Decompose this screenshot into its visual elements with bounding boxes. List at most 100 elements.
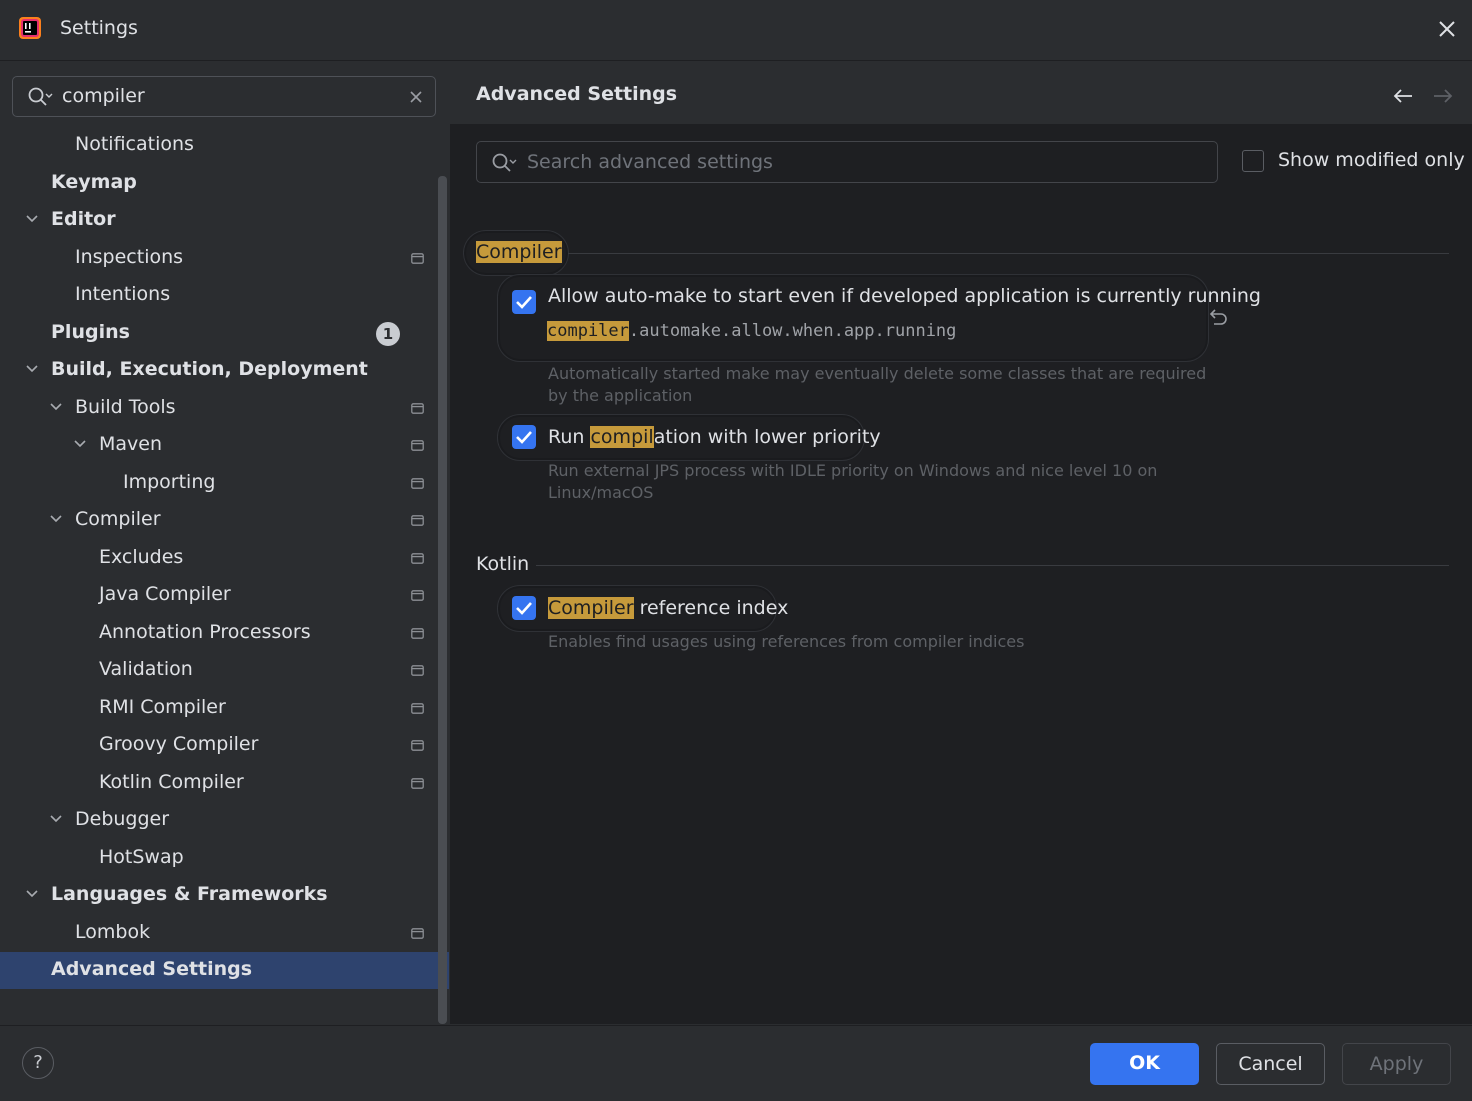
close-icon[interactable]	[1436, 18, 1458, 40]
separator	[536, 565, 1449, 566]
auto-make-label[interactable]: Allow auto-make to start even if develop…	[548, 285, 1261, 307]
chevron-down-icon[interactable]	[73, 439, 87, 449]
sidebar-item-label: Build Tools	[75, 396, 176, 418]
sidebar-item-build-execution-deployment[interactable]: Build, Execution, Deployment	[0, 352, 449, 389]
low-priority-description: Run external JPS process with IDLE prior…	[548, 461, 1158, 502]
chevron-down-icon[interactable]	[25, 364, 39, 374]
chevron-down-icon[interactable]	[25, 214, 39, 224]
forward-arrow-icon[interactable]	[1432, 87, 1454, 105]
sidebar-item-label: Compiler	[75, 508, 161, 530]
check-icon	[516, 296, 532, 309]
chevron-down-icon[interactable]	[49, 814, 63, 824]
reference-index-checkbox[interactable]	[512, 596, 536, 620]
advanced-settings-panel: Advanced Settings Search advanced settin…	[450, 61, 1472, 1024]
sidebar-item-maven[interactable]: Maven	[0, 427, 449, 464]
group-title-kotlin: Kotlin	[476, 553, 530, 575]
show-modified-label[interactable]: Show modified only	[1278, 149, 1465, 171]
sidebar-item-annotation-processors[interactable]: Annotation Processors	[0, 615, 449, 652]
separator	[568, 253, 1449, 254]
advanced-search-input[interactable]: Search advanced settings	[476, 141, 1218, 183]
sidebar-item-label: HotSwap	[99, 846, 184, 868]
show-modified-checkbox[interactable]	[1242, 150, 1264, 172]
title-bar: Settings	[0, 0, 1472, 61]
reference-index-label[interactable]: Compiler reference index	[548, 597, 788, 619]
project-level-icon	[411, 628, 424, 639]
auto-make-key: compiler.automake.allow.when.app.running	[547, 321, 957, 341]
back-arrow-icon[interactable]	[1392, 87, 1414, 105]
sidebar-item-label: Validation	[99, 658, 193, 680]
sidebar-item-excludes[interactable]: Excludes	[0, 540, 449, 577]
sidebar-scrollbar[interactable]	[438, 176, 447, 1024]
apply-button[interactable]: Apply	[1342, 1043, 1451, 1085]
auto-make-description: Automatically started make may eventuall…	[548, 364, 1207, 405]
sidebar-item-languages-frameworks[interactable]: Languages & Frameworks	[0, 877, 449, 914]
auto-make-checkbox[interactable]	[512, 290, 536, 314]
check-icon	[516, 431, 532, 444]
chevron-down-icon[interactable]	[49, 402, 63, 412]
sidebar-item-notifications[interactable]: Notifications	[0, 127, 449, 164]
cancel-button[interactable]: Cancel	[1216, 1043, 1325, 1085]
search-placeholder: Search advanced settings	[527, 151, 773, 173]
sidebar-item-intentions[interactable]: Intentions	[0, 277, 449, 314]
window-title: Settings	[60, 17, 138, 39]
sidebar-item-label: Lombok	[75, 921, 151, 943]
project-level-icon	[411, 665, 424, 676]
sidebar-item-label: Excludes	[99, 546, 184, 568]
sidebar-item-keymap[interactable]: Keymap	[0, 165, 449, 202]
settings-sidebar: compiler Notifications Keymap Editor Inspec…	[0, 61, 449, 1024]
page-title: Advanced Settings	[476, 83, 678, 105]
search-icon	[28, 87, 53, 106]
help-button[interactable]: ?	[22, 1047, 54, 1079]
sidebar-item-importing[interactable]: Importing	[0, 465, 449, 502]
project-level-icon	[411, 778, 424, 789]
reset-undo-icon[interactable]	[1208, 307, 1230, 327]
project-level-icon	[411, 440, 424, 451]
sidebar-item-label: Debugger	[75, 808, 170, 830]
low-priority-label[interactable]: Run compilation with lower priority	[548, 426, 881, 448]
sidebar-item-label: Inspections	[75, 246, 184, 268]
clear-search-icon[interactable]	[409, 90, 423, 104]
project-level-icon	[411, 478, 424, 489]
low-priority-checkbox[interactable]	[512, 425, 536, 449]
sidebar-item-debugger[interactable]: Debugger	[0, 802, 449, 839]
panel-header: Advanced Settings	[450, 61, 1472, 124]
sidebar-item-label: Notifications	[75, 133, 194, 155]
project-level-icon	[411, 253, 424, 264]
ok-button[interactable]: OK	[1090, 1043, 1199, 1085]
sidebar-item-plugins[interactable]: Plugins 1	[0, 315, 449, 352]
search-icon	[492, 153, 517, 172]
sidebar-item-label: Languages & Frameworks	[51, 883, 328, 905]
sidebar-item-label: Editor	[51, 208, 116, 230]
sidebar-item-label: Build, Execution, Deployment	[51, 358, 368, 380]
sidebar-item-lombok[interactable]: Lombok	[0, 915, 449, 952]
sidebar-item-java-compiler[interactable]: Java Compiler	[0, 577, 449, 614]
sidebar-item-inspections[interactable]: Inspections	[0, 240, 449, 277]
dialog-footer: ? OK Cancel Apply	[0, 1025, 1472, 1101]
sidebar-item-editor[interactable]: Editor	[0, 202, 449, 239]
chevron-down-icon[interactable]	[49, 514, 63, 524]
sidebar-item-kotlin-compiler[interactable]: Kotlin Compiler	[0, 765, 449, 802]
project-level-icon	[411, 928, 424, 939]
search-input[interactable]: compiler	[12, 76, 436, 117]
sidebar-item-label: Kotlin Compiler	[99, 771, 244, 793]
project-level-icon	[411, 703, 424, 714]
sidebar-item-hotswap[interactable]: HotSwap	[0, 840, 449, 877]
sidebar-item-label: Advanced Settings	[51, 958, 253, 980]
sidebar-item-label: Java Compiler	[99, 583, 231, 605]
chevron-down-icon[interactable]	[25, 889, 39, 899]
sidebar-item-rmi-compiler[interactable]: RMI Compiler	[0, 690, 449, 727]
sidebar-item-label: Groovy Compiler	[99, 733, 259, 755]
project-level-icon	[411, 403, 424, 414]
sidebar-item-validation[interactable]: Validation	[0, 652, 449, 689]
sidebar-item-build-tools[interactable]: Build Tools	[0, 390, 449, 427]
search-value: compiler	[62, 85, 145, 107]
sidebar-item-groovy-compiler[interactable]: Groovy Compiler	[0, 727, 449, 764]
sidebar-item-advanced-settings[interactable]: Advanced Settings	[0, 952, 449, 989]
group-title-compiler: Compiler	[476, 241, 562, 263]
sidebar-item-label: Maven	[99, 433, 163, 455]
sidebar-item-label: Intentions	[75, 283, 171, 305]
check-icon	[516, 602, 532, 615]
project-level-icon	[411, 590, 424, 601]
sidebar-item-compiler[interactable]: Compiler	[0, 502, 449, 539]
intellij-app-icon	[19, 17, 41, 39]
